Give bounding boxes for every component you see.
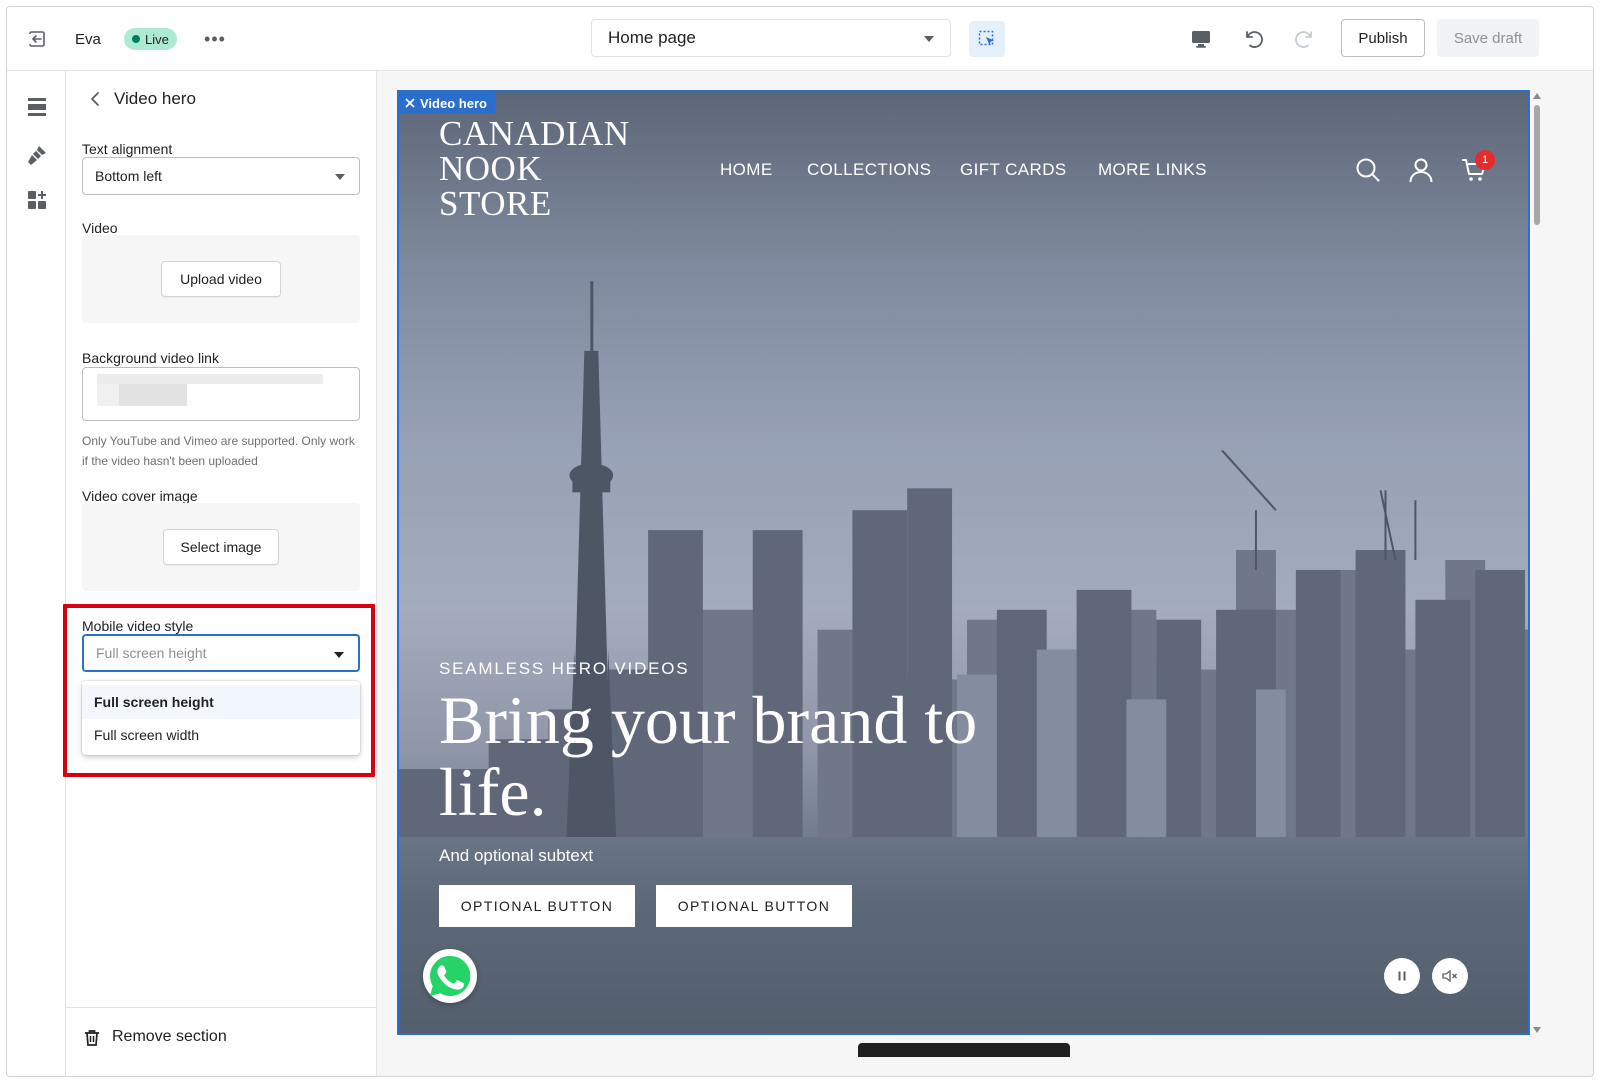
text-alignment-select[interactable]: Bottom left bbox=[82, 157, 360, 195]
redacted-text bbox=[97, 374, 323, 384]
lake-water bbox=[399, 837, 1528, 1033]
mobile-video-style-dropdown: Full screen height Full screen width bbox=[82, 681, 360, 755]
exit-icon[interactable] bbox=[25, 27, 49, 51]
background-video-link-label: Background video link bbox=[82, 350, 219, 366]
mobile-video-style-select[interactable]: Full screen height bbox=[82, 634, 360, 672]
page-selector[interactable]: Home page bbox=[591, 19, 951, 57]
nav-home[interactable]: HOME bbox=[720, 160, 773, 180]
page-selector-value: Home page bbox=[608, 28, 696, 47]
cart-count-badge: 1 bbox=[1475, 150, 1495, 170]
close-icon[interactable] bbox=[405, 98, 415, 108]
panel-title: Video hero bbox=[114, 89, 196, 108]
whatsapp-icon[interactable] bbox=[423, 949, 477, 1003]
optional-button-1[interactable]: OPTIONAL BUTTON bbox=[439, 885, 635, 927]
background-video-link-input[interactable] bbox=[82, 367, 360, 421]
nav-collections[interactable]: COLLECTIONS bbox=[807, 160, 931, 180]
option-full-screen-width[interactable]: Full screen width bbox=[82, 718, 360, 752]
save-draft-button[interactable]: Save draft bbox=[1437, 19, 1539, 57]
text-alignment-label: Text alignment bbox=[82, 141, 173, 157]
status-badge: Live bbox=[124, 28, 177, 50]
section-tag[interactable]: Video hero bbox=[399, 92, 495, 114]
theme-settings-icon[interactable] bbox=[24, 142, 50, 168]
settings-panel: Video hero Text alignment Bottom left Vi… bbox=[63, 71, 377, 1076]
mobile-video-style-value: Full screen height bbox=[96, 645, 207, 661]
store-preview[interactable]: Video hero CANADIAN NOOK STORE HOME COLL… bbox=[397, 90, 1530, 1035]
desktop-preview-icon[interactable] bbox=[1187, 25, 1215, 53]
mute-icon[interactable] bbox=[1432, 958, 1468, 994]
account-icon[interactable] bbox=[1407, 156, 1435, 184]
scroll-thumb[interactable] bbox=[1534, 105, 1540, 225]
undo-icon[interactable] bbox=[1239, 25, 1267, 53]
redacted-text bbox=[119, 384, 187, 406]
publish-button[interactable]: Publish bbox=[1341, 19, 1425, 57]
top-bar: Eva Live ••• Home page Publish Save draf… bbox=[7, 7, 1593, 71]
search-icon[interactable] bbox=[1354, 156, 1382, 184]
nav-gift-cards[interactable]: GIFT CARDS bbox=[960, 160, 1067, 180]
section-tag-label: Video hero bbox=[420, 95, 487, 111]
status-badge-label: Live bbox=[145, 31, 169, 47]
select-image-button[interactable]: Select image bbox=[163, 529, 279, 565]
bottom-toolbar-edge bbox=[858, 1043, 1070, 1057]
panel-header: Video hero bbox=[66, 85, 377, 113]
caret-down-icon bbox=[335, 174, 345, 180]
video-label: Video bbox=[82, 220, 118, 236]
hero-headline: Bring your brand to life. bbox=[439, 682, 978, 830]
logo-line: CANADIAN bbox=[439, 114, 630, 153]
upload-video-button[interactable]: Upload video bbox=[161, 261, 281, 297]
scroll-down-icon[interactable] bbox=[1533, 1027, 1541, 1033]
redacted-text bbox=[97, 384, 119, 406]
store-logo[interactable]: CANADIAN NOOK STORE bbox=[439, 116, 630, 221]
video-cover-image-label: Video cover image bbox=[82, 488, 198, 504]
live-dot-icon bbox=[132, 35, 140, 43]
hero-eyebrow: SEAMLESS HERO VIDEOS bbox=[439, 659, 690, 678]
caret-down-icon bbox=[924, 36, 934, 42]
background-video-link-help: Only YouTube and Vimeo are supported. On… bbox=[82, 434, 355, 468]
preview-scrollbar[interactable] bbox=[1532, 91, 1542, 1037]
inspector-icon[interactable] bbox=[969, 21, 1005, 57]
more-actions-icon[interactable]: ••• bbox=[203, 27, 227, 51]
caret-down-icon bbox=[334, 652, 344, 658]
nav-more-links[interactable]: MORE LINKS bbox=[1098, 160, 1207, 180]
remove-section-label: Remove section bbox=[112, 1028, 227, 1045]
pause-icon[interactable] bbox=[1384, 958, 1420, 994]
option-full-screen-height[interactable]: Full screen height bbox=[82, 685, 360, 719]
cover-image-dropzone[interactable]: Select image bbox=[82, 503, 360, 591]
back-arrow-icon[interactable] bbox=[84, 87, 106, 111]
apps-icon[interactable] bbox=[24, 187, 50, 213]
mobile-video-style-label: Mobile video style bbox=[82, 618, 194, 634]
video-dropzone[interactable]: Upload video bbox=[82, 235, 360, 323]
remove-section-button[interactable]: Remove section bbox=[66, 1007, 377, 1076]
logo-line: NOOK bbox=[439, 149, 543, 188]
store-name: Eva bbox=[75, 31, 101, 48]
optional-button-2[interactable]: OPTIONAL BUTTON bbox=[656, 885, 852, 927]
scroll-up-icon[interactable] bbox=[1533, 93, 1541, 99]
theme-editor-window: Eva Live ••• Home page Publish Save draf… bbox=[6, 6, 1594, 1077]
logo-line: STORE bbox=[439, 184, 552, 223]
redo-icon[interactable] bbox=[1291, 25, 1319, 53]
trash-icon bbox=[82, 1028, 102, 1048]
sections-icon[interactable] bbox=[24, 94, 50, 120]
text-alignment-value: Bottom left bbox=[95, 168, 162, 184]
hero-subtext: And optional subtext bbox=[439, 846, 594, 865]
left-rail bbox=[7, 71, 66, 1076]
